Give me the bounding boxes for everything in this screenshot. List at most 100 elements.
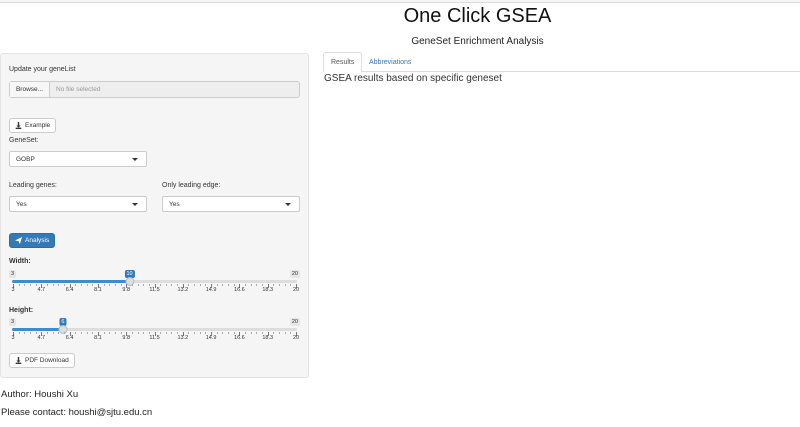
slider-minor-tick bbox=[199, 332, 201, 334]
slider-minor-tick bbox=[256, 284, 258, 286]
tab-abbreviations[interactable]: Abbreviations bbox=[362, 52, 418, 72]
slider-max-label: 20 bbox=[289, 318, 300, 326]
slider-minor-tick bbox=[194, 284, 196, 286]
caret-down-icon bbox=[285, 203, 291, 206]
example-button[interactable]: Example bbox=[9, 118, 57, 133]
slider-minor-tick bbox=[284, 332, 286, 334]
slider-minor-tick bbox=[29, 284, 31, 286]
slider-tick-label: 9.8 bbox=[122, 287, 131, 293]
slider-tick-label: 18.3 bbox=[262, 287, 274, 293]
slider-tick-label: 8.1 bbox=[94, 287, 102, 293]
slider-minor-tick bbox=[245, 284, 247, 286]
slider-minor-tick bbox=[137, 332, 139, 334]
analysis-button-label: Analysis bbox=[25, 237, 50, 244]
only-leading-edge-label: Only leading edge: bbox=[162, 182, 221, 189]
slider-minor-tick bbox=[188, 284, 190, 286]
slider-minor-tick bbox=[284, 284, 286, 286]
slider-minor-tick bbox=[103, 284, 105, 286]
results-heading: GSEA results based on specific geneset bbox=[324, 73, 502, 84]
slider-minor-tick bbox=[256, 332, 258, 334]
slider-minor-tick bbox=[273, 332, 275, 334]
slider-minor-tick bbox=[52, 332, 54, 334]
slider-minor-tick bbox=[228, 284, 230, 286]
slider-minor-tick bbox=[114, 284, 116, 286]
leading-genes-label: Leading genes: bbox=[9, 182, 57, 189]
geneset-value: GOBP bbox=[16, 155, 35, 163]
slider-minor-tick bbox=[58, 332, 60, 334]
slider-minor-tick bbox=[109, 332, 111, 334]
slider-minor-tick bbox=[160, 332, 162, 334]
slider-minor-tick bbox=[63, 284, 65, 286]
browse-button[interactable]: Browse... bbox=[10, 82, 50, 97]
slider-minor-tick bbox=[24, 284, 26, 286]
slider-minor-tick bbox=[109, 284, 111, 286]
slider-minor-tick bbox=[165, 284, 167, 286]
slider-minor-tick bbox=[86, 284, 88, 286]
top-bar bbox=[0, 0, 800, 3]
slider-minor-tick bbox=[222, 284, 224, 286]
slider-minor-tick bbox=[222, 332, 224, 334]
slider-minor-tick bbox=[35, 332, 37, 334]
tab-results[interactable]: Results bbox=[323, 52, 363, 73]
slider-minor-tick bbox=[279, 284, 281, 286]
slider-minor-tick bbox=[18, 332, 20, 334]
geneset-select[interactable]: GOBP bbox=[9, 151, 147, 167]
file-input[interactable]: Browse... No file selected bbox=[9, 81, 300, 98]
slider-minor-tick bbox=[24, 332, 26, 334]
slider-tick-label: 13.2 bbox=[177, 287, 189, 293]
slider-minor-tick bbox=[103, 332, 105, 334]
slider-tick-label: 9.8 bbox=[122, 335, 131, 341]
slider-min-label: 3 bbox=[9, 318, 17, 326]
slider-minor-tick bbox=[75, 332, 77, 334]
slider-minor-tick bbox=[80, 332, 82, 334]
slider-fill bbox=[12, 280, 130, 283]
author-text: Author: Houshi Xu bbox=[1, 389, 79, 400]
slider-minor-tick bbox=[228, 332, 230, 334]
slider-minor-tick bbox=[137, 284, 139, 286]
slider-minor-tick bbox=[205, 284, 207, 286]
analysis-button[interactable]: Analysis bbox=[9, 233, 56, 248]
slider-minor-tick bbox=[250, 332, 252, 334]
height-slider[interactable]: 3 20 6 3 4.7 6.4 8.1 9.8 11.5 13.2 14.9 16.6 18.3… bbox=[9, 318, 300, 348]
only-leading-edge-select[interactable]: Yes bbox=[162, 196, 300, 212]
slider-minor-tick bbox=[131, 332, 133, 334]
pdf-download-button[interactable]: PDF Download bbox=[9, 353, 75, 368]
slider-minor-tick bbox=[114, 332, 116, 334]
paper-plane-icon bbox=[15, 237, 22, 244]
slider-minor-tick bbox=[233, 332, 235, 334]
slider-minor-tick bbox=[290, 332, 292, 334]
slider-minor-tick bbox=[131, 284, 133, 286]
slider-tick-label: 11.5 bbox=[149, 287, 160, 293]
leading-genes-value: Yes bbox=[16, 200, 27, 208]
slider-minor-tick bbox=[35, 284, 37, 286]
slider-tick-label: 11.5 bbox=[149, 335, 160, 341]
slider-minor-tick bbox=[262, 284, 264, 286]
leading-genes-select[interactable]: Yes bbox=[9, 196, 147, 212]
width-slider[interactable]: 3 20 10 3 4.7 6.4 8.1 9.8 11.5 13.2 14.9 16.6 18.… bbox=[9, 270, 300, 300]
slider-minor-tick bbox=[279, 332, 281, 334]
slider-tick-label: 3 bbox=[11, 335, 15, 341]
file-placeholder: No file selected bbox=[56, 86, 101, 93]
slider-minor-tick bbox=[216, 332, 218, 334]
slider-tick-label: 16.6 bbox=[234, 335, 245, 341]
slider-tick-label: 20 bbox=[292, 287, 300, 293]
caret-down-icon bbox=[132, 158, 138, 161]
slider-minor-tick bbox=[148, 284, 150, 286]
slider-minor-tick bbox=[216, 284, 218, 286]
geneset-label: GeneSet: bbox=[9, 137, 39, 144]
slider-minor-tick bbox=[171, 284, 173, 286]
slider-tick-label: 16.6 bbox=[234, 287, 245, 293]
slider-minor-tick bbox=[188, 332, 190, 334]
slider-minor-tick bbox=[165, 332, 167, 334]
slider-tick-label: 4.7 bbox=[37, 335, 46, 341]
slider-tick-label: 14.9 bbox=[205, 287, 217, 293]
slider-minor-tick bbox=[143, 284, 145, 286]
download-icon bbox=[15, 357, 22, 364]
slider-minor-tick bbox=[177, 332, 179, 334]
slider-max-label: 20 bbox=[289, 270, 300, 278]
upload-label: Update your geneList bbox=[9, 66, 76, 73]
slider-minor-tick bbox=[245, 332, 247, 334]
slider-minor-tick bbox=[80, 284, 82, 286]
slider-minor-tick bbox=[177, 284, 179, 286]
slider-minor-tick bbox=[199, 284, 201, 286]
